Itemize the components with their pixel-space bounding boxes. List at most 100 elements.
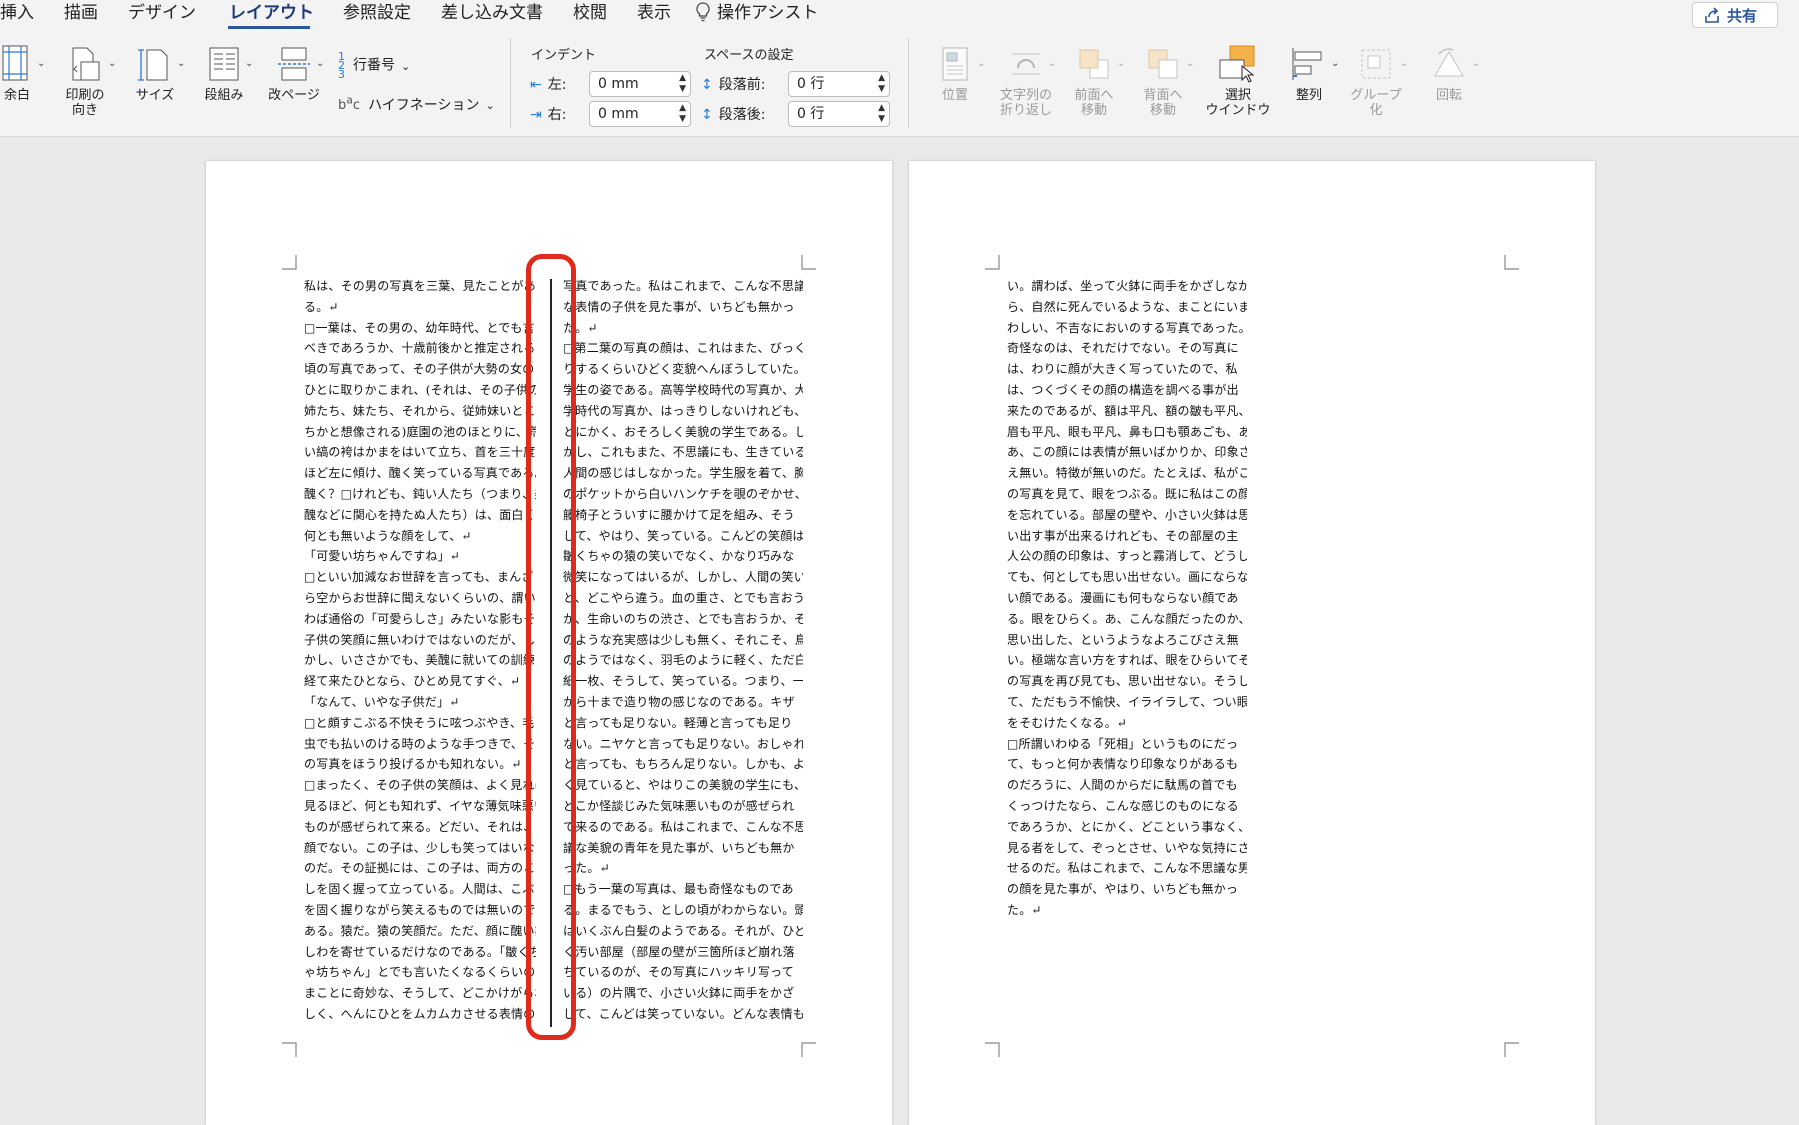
text-line: しを固く握って立っている。人間は、こぶし: [304, 882, 536, 897]
share-label: 共有: [1727, 7, 1758, 25]
tab-insert[interactable]: 挿入: [0, 0, 34, 26]
text-line: 写真であった。私はこれまで、こんな不思議: [563, 279, 803, 293]
tab-mailings[interactable]: 差し込み文書: [441, 0, 543, 26]
text-line: た。↵: [563, 320, 598, 335]
tab-references[interactable]: 参照設定: [343, 0, 411, 26]
size-label: サイズ: [135, 88, 175, 103]
orientation-button[interactable]: 印刷の 向き: [52, 44, 118, 118]
group-button[interactable]: グループ 化: [1344, 44, 1408, 118]
text-line: して、やはり、笑っている。こんどの笑顔は、: [563, 528, 803, 543]
spinner-arrows-icon[interactable]: ▲ ▼: [679, 103, 686, 125]
spacing-header: スペースの設定: [704, 48, 794, 63]
tab-design[interactable]: デザイン: [128, 0, 196, 26]
text-line: □といい加減なお世辞を言っても、まんざ: [304, 570, 534, 585]
tab-draw[interactable]: 描画: [64, 0, 98, 26]
line-numbers-icon: 123: [338, 50, 345, 81]
text-line: て来るのである。私はこれまで、こんな不思: [563, 819, 803, 834]
orientation-icon: [72, 47, 100, 81]
rotate-button[interactable]: 回転: [1416, 44, 1482, 104]
hyphenation-button[interactable]: bac ハイフネーション ⌄: [338, 94, 495, 114]
tell-me-assist[interactable]: 操作アシスト: [695, 0, 818, 26]
text-line: 醜などに関心を持たぬ人たち）は、面白くも: [304, 507, 536, 522]
crop-mark-icon: [801, 255, 816, 270]
text-line: て、もっと何か表情なり印象なりがあるも: [1007, 757, 1239, 772]
tab-review[interactable]: 校閲: [573, 0, 607, 26]
text-line: から十まで造り物の感じなのである。キザ: [563, 694, 795, 709]
text-line: ない。ニヤケと言っても足りない。おしゃれ: [563, 736, 803, 751]
text-line: 経て来たひとなら、ひとめ見てすぐ、↵: [304, 674, 521, 689]
text-line: □一葉は、その男の、幼年時代、とでも言う: [304, 320, 536, 335]
margins-button[interactable]: 余白: [0, 44, 34, 104]
page-2-text[interactable]: い。謂わば、坐って火鉢に両手をかざしなが ら、自然に死んでいるような、まことにいま…: [1007, 276, 1247, 921]
text-line: □もう一葉の写真は、最も奇怪なものであ: [563, 882, 794, 897]
breaks-button[interactable]: 改ページ: [263, 44, 325, 104]
line-numbers-button[interactable]: 1 2 3行番号 ⌄: [338, 50, 410, 81]
bring-forward-label: 前面へ 移動: [1074, 88, 1114, 118]
crop-mark-icon: [1504, 255, 1519, 270]
align-label: 整列: [1295, 88, 1322, 103]
share-button[interactable]: 共有: [1692, 2, 1778, 28]
text-line: □第二葉の写真の顔は、これはまた、びっく: [563, 341, 803, 356]
active-tab-indicator: [228, 26, 310, 29]
wrap-text-button[interactable]: 文字列の 折り返し: [994, 44, 1058, 118]
ribbon-separator: [510, 38, 511, 128]
position-button[interactable]: 位置: [926, 44, 984, 104]
columns-label: 段組み: [204, 88, 244, 103]
text-line: のだろうに、人間のからだに駄馬の首でも: [1007, 778, 1238, 793]
crop-mark-icon: [282, 255, 297, 270]
spacing-before-value: 0 行: [797, 76, 825, 92]
text-line: して、こんどは笑っていない。どんな表情も無: [563, 1006, 803, 1021]
text-line: ほど左に傾け、醜く笑っている写真である。: [304, 466, 536, 481]
text-line: く汚い部屋（部屋の壁が三箇所ほど崩れ落: [563, 944, 795, 959]
text-line: 人公の顔の印象は、すっと霧消して、どうし: [1007, 549, 1247, 564]
margins-label: 余白: [3, 88, 30, 103]
selection-pane-button[interactable]: 選択 ウインドウ: [1200, 44, 1276, 118]
spinner-arrows-icon[interactable]: ▲ ▼: [679, 73, 686, 95]
text-line: え無い。特徴が無いのだ。たとえば、私がこ: [1007, 466, 1247, 481]
hyphenation-label: ハイフネーション: [368, 97, 480, 114]
text-line: せるのだ。私はこれまで、こんな不思議な男: [1007, 861, 1247, 876]
text-line: た。↵: [1007, 902, 1042, 917]
column-left-text[interactable]: 私は、その男の写真を三葉、見たことがあ る。↵ □一葉は、その男の、幼年時代、とでも…: [304, 276, 536, 1025]
text-line: かし、これもまた、不思議にも、生きている: [563, 445, 803, 460]
text-line: 人間の感じはしなかった。学生服を着て、胸: [563, 466, 803, 481]
tab-layout[interactable]: レイアウト: [229, 0, 314, 26]
text-line: 思い出した、というようなよろこびさえ無: [1007, 632, 1239, 647]
text-line: のだ。その証拠には、この子は、両方のこぶ: [304, 861, 536, 876]
text-line: と言っても足りない。軽薄と言っても足り: [563, 715, 793, 730]
text-line: 見るほど、何とも知れず、イヤな薄気味悪い: [304, 798, 536, 813]
size-button[interactable]: サイズ: [126, 44, 184, 104]
text-line: りするくらいひどく変貌へんぼうしていた。: [563, 362, 803, 377]
spacing-before-input[interactable]: 0 行 ▲ ▼: [788, 71, 890, 97]
text-line: ちているのが、その写真にハッキリ写って: [563, 965, 794, 980]
text-line: 「可愛い坊ちゃんですね」↵: [304, 549, 461, 564]
hyphenation-icon: bac: [338, 94, 361, 114]
crop-mark-icon: [282, 1042, 297, 1057]
ribbon-separator: [908, 38, 909, 128]
spinner-arrows-icon[interactable]: ▲ ▼: [878, 73, 885, 95]
tab-view[interactable]: 表示: [637, 0, 671, 26]
indent-left-input[interactable]: 0 mm ▲ ▼: [589, 71, 691, 97]
indent-right-input[interactable]: 0 mm ▲ ▼: [589, 101, 691, 127]
text-line: ら、自然に死んでいるような、まことにいま: [1007, 299, 1247, 314]
align-button[interactable]: 整列: [1280, 44, 1338, 104]
text-line: い縞の袴はかまをはいて立ち、首を三十度: [304, 445, 536, 460]
indent-left-icon: ⇤: [530, 77, 542, 93]
text-line: くっつけたなら、こんな感じのものになる: [1007, 798, 1239, 813]
spacing-after-input[interactable]: 0 行 ▲ ▼: [788, 101, 890, 127]
text-line: 籐椅子とういすに腰かけて足を組み、そう: [563, 507, 795, 522]
text-line: の写真を見て、眼をつぶる。既に私はこの顔: [1007, 486, 1247, 501]
spinner-arrows-icon[interactable]: ▲ ▼: [878, 103, 885, 125]
text-line: 微笑になってはいるが、しかし、人間の笑い: [563, 570, 803, 585]
indent-right-icon: ⇥: [530, 107, 542, 123]
send-backward-label: 背面へ 移動: [1143, 88, 1183, 118]
text-line: 来たのであるが、額は平凡、額の皺も平凡、: [1007, 403, 1247, 418]
columns-button[interactable]: 段組み: [197, 44, 251, 104]
spacing-after-label: 段落後:: [718, 107, 766, 123]
send-backward-button[interactable]: 背面へ 移動: [1131, 44, 1195, 118]
document-page-2[interactable]: い。謂わば、坐って火鉢に両手をかざしなが ら、自然に死んでいるような、まことにいま…: [909, 161, 1595, 1125]
breaks-label: 改ページ: [268, 88, 320, 103]
text-line: い。極端な言い方をすれば、眼をひらいてそ: [1007, 653, 1247, 668]
bring-forward-button[interactable]: 前面へ 移動: [1062, 44, 1126, 118]
column-right-text[interactable]: 写真であった。私はこれまで、こんな不思議 な表情の子供を見た事が、いちども無かった…: [563, 276, 803, 1025]
